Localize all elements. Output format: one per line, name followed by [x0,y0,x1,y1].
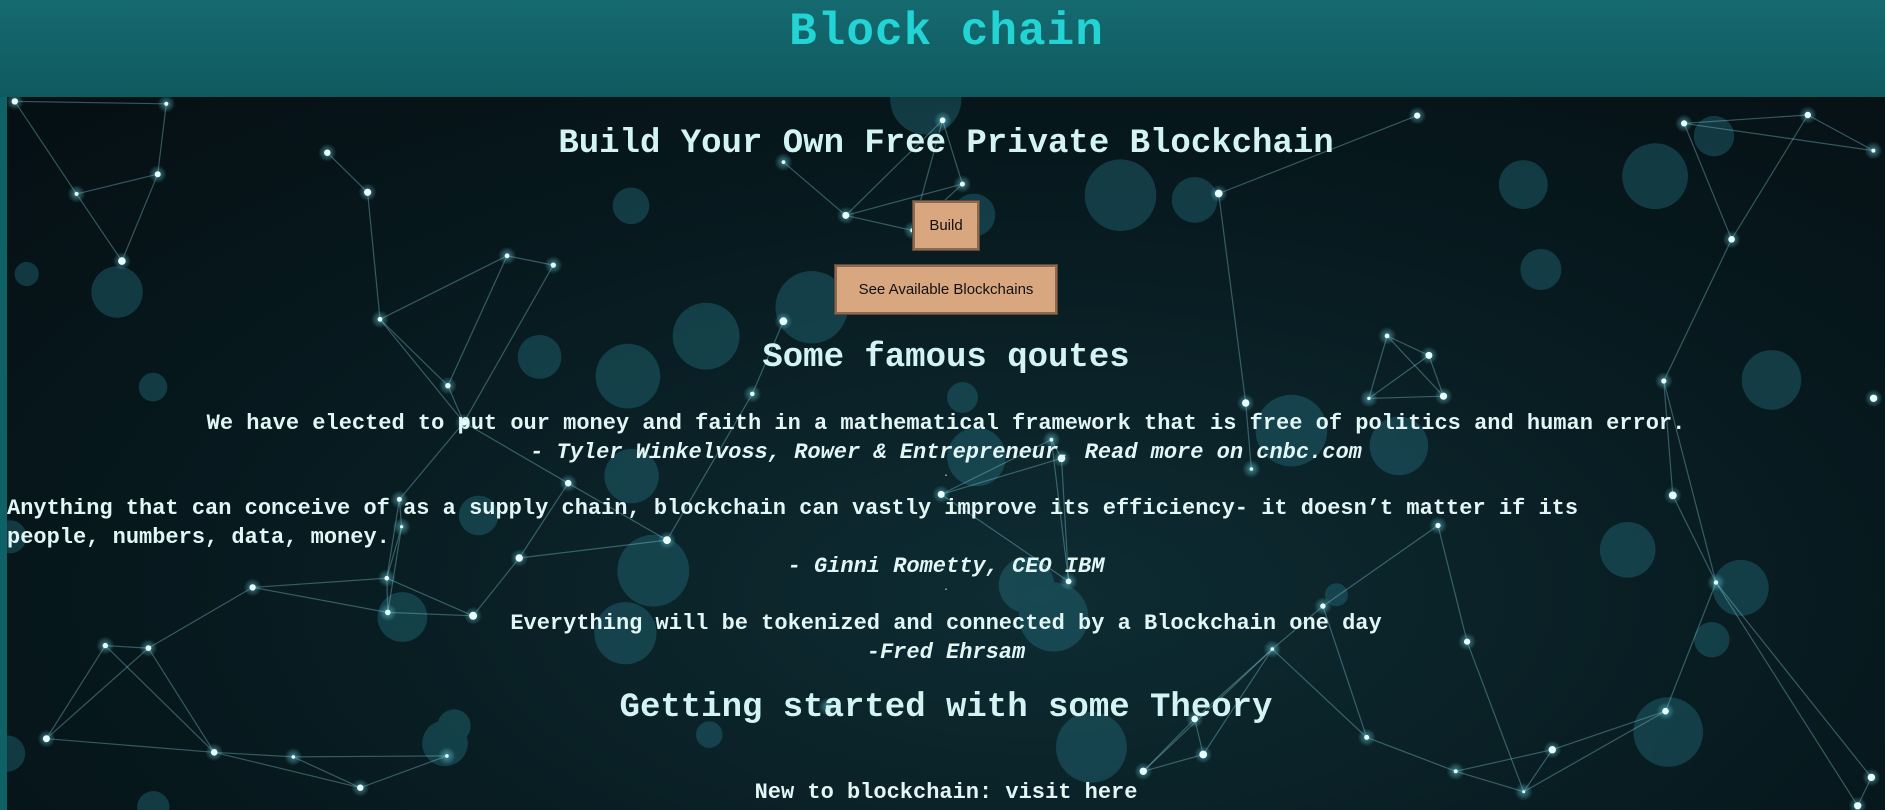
new-to-blockchain-line: New to blockchain: visit here [7,780,1885,805]
site-header: Block chain [0,0,1885,97]
quote-3-author: -Fred Ehrsam [866,640,1026,665]
quote-2-line-2: people, numbers, data, money. [7,525,390,550]
main-content-area: Build Your Own Free Private Blockchain B… [7,97,1885,810]
site-title: Block chain [789,6,1104,58]
visit-here-link[interactable]: visit here [1005,780,1137,805]
quote-separator-2: . [942,583,949,594]
new-to-blockchain-label: New to blockchain: [754,780,1006,805]
content-layer: Build Your Own Free Private Blockchain B… [7,97,1885,810]
see-available-blockchains-button[interactable]: See Available Blockchains [835,265,1057,314]
theory-heading: Getting started with some Theory [619,689,1273,727]
build-heading: Build Your Own Free Private Blockchain [558,125,1334,163]
quote-separator-1: . [942,469,949,480]
quote-2-author: - Ginni Rometty, CEO IBM [787,554,1105,579]
quote-3-text: Everything will be tokenized and connect… [510,611,1382,636]
build-button[interactable]: Build [913,201,979,250]
page: Block chain Build Your Own Free Private … [0,0,1885,810]
quote-2-text: Anything that can conceive of as a suppl… [7,494,1807,552]
quote-1-author: - Tyler Winkelvoss, Rower & Entrepreneur… [530,440,1362,465]
quote-2-line-1: Anything that can conceive of as a suppl… [7,496,1579,521]
quote-1-text: We have elected to put our money and fai… [206,411,1686,436]
quotes-heading: Some famous qoutes [762,339,1130,377]
left-edge-strip [0,97,7,810]
